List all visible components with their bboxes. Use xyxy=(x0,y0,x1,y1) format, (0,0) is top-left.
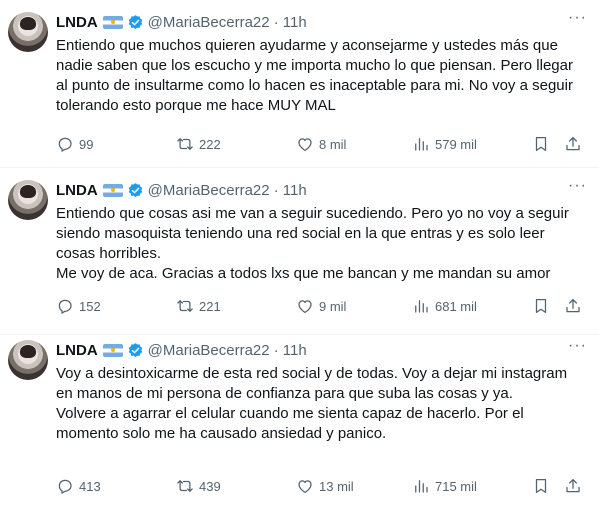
user-handle[interactable]: @MariaBecerra22 xyxy=(148,342,270,359)
display-name[interactable]: LNDA xyxy=(56,14,98,31)
retweet-count: 439 xyxy=(199,478,221,494)
bookmark-icon xyxy=(535,136,547,152)
share-button[interactable] xyxy=(564,135,582,153)
tweet-header: LNDA @MariaBecerra22 · 11h ··· xyxy=(56,10,587,32)
verified-badge-icon xyxy=(127,182,144,199)
tweet-text-content: Voy a desintoxicarme de esta red social … xyxy=(56,365,568,442)
retweet-button[interactable]: 221 xyxy=(176,297,221,315)
more-icon[interactable]: ··· xyxy=(568,10,587,26)
views-button[interactable]: 715 mil xyxy=(412,477,477,495)
views-icon xyxy=(415,138,428,151)
timestamp[interactable]: · 11h xyxy=(274,342,307,359)
more-icon[interactable]: ··· xyxy=(568,178,587,194)
bookmark-button[interactable] xyxy=(532,477,550,495)
like-icon xyxy=(298,138,312,152)
more-icon[interactable]: ··· xyxy=(568,338,587,354)
bookmark-icon xyxy=(535,478,547,494)
tweet-header: LNDA @MariaBecerra22 · 11h ··· xyxy=(56,178,587,200)
views-count: 715 mil xyxy=(435,478,477,494)
avatar[interactable] xyxy=(8,180,48,220)
bookmark-button[interactable] xyxy=(532,297,550,315)
views-button[interactable]: 579 mil xyxy=(412,135,477,153)
retweet-count: 221 xyxy=(199,298,221,314)
like-icon xyxy=(298,480,312,494)
reply-count: 152 xyxy=(79,298,101,314)
tweet-actions: 413 439 13 mil 715 mil xyxy=(56,476,587,496)
bookmark-icon xyxy=(535,298,547,314)
tweet-text: Voy a desintoxicarme de esta red social … xyxy=(56,364,586,444)
reply-icon xyxy=(58,137,72,152)
argentina-flag-icon xyxy=(102,343,123,357)
reply-icon xyxy=(58,479,72,494)
avatar[interactable] xyxy=(8,12,48,52)
share-button[interactable] xyxy=(564,477,582,495)
verified-badge-icon xyxy=(127,14,144,31)
tweet-actions: 99 222 8 mil 579 mil xyxy=(56,134,587,154)
like-icon xyxy=(298,300,312,314)
tweet-text: Entiendo que cosas asi me van a seguir s… xyxy=(56,204,586,284)
timestamp[interactable]: · 11h xyxy=(274,182,307,199)
argentina-flag-icon xyxy=(102,183,123,197)
tweet-header: LNDA @MariaBecerra22 · 11h ··· xyxy=(56,338,587,360)
views-icon xyxy=(415,300,428,313)
share-icon xyxy=(566,298,580,313)
share-button[interactable] xyxy=(564,297,582,315)
avatar[interactable] xyxy=(8,340,48,380)
retweet-icon xyxy=(177,300,193,312)
retweet-icon xyxy=(177,480,193,492)
reply-count: 413 xyxy=(79,478,101,494)
tweet-actions: 152 221 9 mil 681 mil xyxy=(56,296,587,316)
retweet-count: 222 xyxy=(199,136,221,152)
share-icon xyxy=(566,136,580,151)
like-button[interactable]: 13 mil xyxy=(296,477,354,495)
argentina-flag-icon xyxy=(102,15,123,29)
like-count: 9 mil xyxy=(319,298,347,314)
reply-button[interactable]: 413 xyxy=(56,477,101,495)
reply-count: 99 xyxy=(79,136,94,152)
display-name[interactable]: LNDA xyxy=(56,342,98,359)
views-count: 579 mil xyxy=(435,136,477,152)
user-handle[interactable]: @MariaBecerra22 xyxy=(148,14,270,31)
reply-icon xyxy=(58,299,72,314)
reply-button[interactable]: 99 xyxy=(56,135,93,153)
tweet[interactable]: LNDA @MariaBecerra22 · 11h ··· Entiendo … xyxy=(0,0,599,168)
views-count: 681 mil xyxy=(435,298,477,314)
user-handle[interactable]: @MariaBecerra22 xyxy=(148,182,270,199)
verified-badge-icon xyxy=(127,342,144,359)
like-count: 13 mil xyxy=(319,478,354,494)
retweet-button[interactable]: 439 xyxy=(176,477,221,495)
tweet[interactable]: LNDA @MariaBecerra22 · 11h ··· Voy a des… xyxy=(0,335,599,506)
tweet-text: Entiendo que muchos quieren ayudarme y a… xyxy=(56,36,586,116)
tweet-text-content: Entiendo que cosas asi me van a seguir s… xyxy=(56,205,569,282)
tweet[interactable]: LNDA @MariaBecerra22 · 11h ··· Entiendo … xyxy=(0,168,599,335)
bookmark-button[interactable] xyxy=(532,135,550,153)
retweet-button[interactable]: 222 xyxy=(176,135,221,153)
views-button[interactable]: 681 mil xyxy=(412,297,477,315)
like-button[interactable]: 9 mil xyxy=(296,297,346,315)
reply-button[interactable]: 152 xyxy=(56,297,101,315)
like-button[interactable]: 8 mil xyxy=(296,135,346,153)
tweet-text-content: Entiendo que muchos quieren ayudarme y a… xyxy=(56,37,578,114)
retweet-icon xyxy=(177,138,193,150)
views-icon xyxy=(415,480,428,493)
like-count: 8 mil xyxy=(319,136,347,152)
display-name[interactable]: LNDA xyxy=(56,182,98,199)
timestamp[interactable]: · 11h xyxy=(274,14,307,31)
share-icon xyxy=(566,478,580,493)
